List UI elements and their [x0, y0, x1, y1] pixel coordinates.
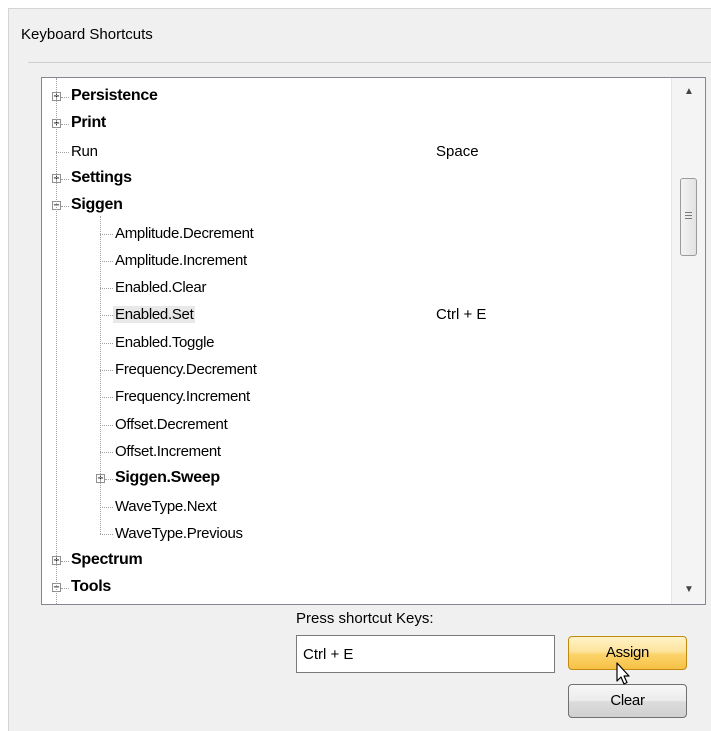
tree-connector	[100, 342, 113, 344]
tree-row-label: Tools	[71, 578, 111, 596]
tree-row-label: Enabled.Toggle	[115, 333, 215, 351]
tree-row-label: WaveType.Previous	[115, 524, 243, 542]
shortcuts-tree[interactable]: + Persistence + Print Run Space + Settings − Sigg…	[41, 77, 706, 605]
tree-connector	[100, 260, 113, 262]
tree-row[interactable]: + Siggen.Sweep	[42, 467, 672, 494]
thumb-grip	[685, 212, 692, 213]
tree-row-label: Amplitude.Decrement	[115, 224, 254, 242]
tree-row[interactable]: Run Space	[42, 140, 672, 167]
tree-connector	[100, 424, 113, 426]
tree-scrollbar[interactable]: ▲ ▼	[671, 78, 705, 604]
tree-connector	[100, 370, 113, 371]
tree-content: + Persistence + Print Run Space + Settings − Sigg…	[42, 78, 672, 604]
tree-connector	[61, 178, 69, 180]
panel-title: Keyboard Shortcuts	[21, 26, 153, 43]
tree-connector	[100, 233, 113, 235]
group-divider	[28, 62, 711, 63]
tree-row[interactable]: Amplitude.Decrement	[42, 222, 672, 249]
tree-connector	[100, 533, 113, 535]
tree-row[interactable]: + Print	[42, 112, 672, 139]
tree-guide-line	[56, 78, 57, 604]
tree-connector	[100, 315, 113, 317]
tree-connector	[100, 506, 113, 508]
tree-row-label: Offset.Increment	[115, 442, 221, 460]
tree-connector	[56, 151, 69, 153]
tree-row[interactable]: + Spectrum	[42, 549, 672, 576]
tree-row[interactable]: WaveType.Previous	[42, 522, 672, 549]
tree-row[interactable]: + Persistence	[42, 85, 672, 112]
scroll-up-arrow-icon[interactable]: ▲	[672, 78, 705, 106]
tree-row-label: Enabled.Clear	[115, 279, 207, 297]
tree-row[interactable]: − Siggen	[42, 194, 672, 221]
tree-row-label: Siggen	[71, 196, 123, 214]
tree-row[interactable]: Enabled.Clear	[42, 276, 672, 303]
press-shortcut-label: Press shortcut Keys:	[296, 610, 434, 627]
tree-connector	[100, 397, 113, 399]
tree-row-label: WaveType.Next	[115, 497, 217, 515]
tree-row[interactable]: Offset.Increment	[42, 440, 672, 467]
tree-row-label: Frequency.Increment	[115, 388, 250, 406]
tree-row-label: Print	[71, 114, 106, 132]
tree-row[interactable]: Frequency.Increment	[42, 385, 672, 412]
tree-connector	[61, 124, 69, 126]
keyboard-shortcuts-panel: Keyboard Shortcuts + Persistence + Print Run…	[8, 8, 711, 731]
tree-row[interactable]: Enabled.Set Ctrl + E	[42, 303, 672, 330]
tree-row-label: Siggen.Sweep	[115, 469, 220, 487]
tree-row[interactable]: WaveType.Next	[42, 495, 672, 522]
thumb-grip	[685, 215, 692, 216]
tree-connector	[61, 588, 69, 590]
tree-row-shortcut: Space	[436, 142, 479, 160]
tree-row[interactable]: − Tools	[42, 576, 672, 603]
shortcut-keys-input[interactable]	[296, 635, 555, 673]
tree-connector	[105, 479, 113, 481]
scroll-down-arrow-icon[interactable]: ▼	[672, 576, 705, 604]
tree-row[interactable]: + Settings	[42, 167, 672, 194]
tree-connector	[100, 451, 113, 453]
tree-guide-line	[100, 215, 101, 534]
scrollbar-thumb[interactable]	[680, 178, 697, 256]
tree-row[interactable]: Amplitude.Increment	[42, 249, 672, 276]
tree-row-label: Persistence	[71, 87, 158, 104]
tree-row[interactable]: Offset.Decrement	[42, 413, 672, 440]
tree-row-label: Enabled.Set	[113, 306, 196, 324]
mouse-pointer-icon	[616, 662, 630, 685]
tree-row[interactable]: Enabled.Toggle	[42, 331, 672, 358]
tree-connector	[61, 561, 69, 563]
tree-row-label: Spectrum	[71, 551, 143, 569]
tree-row-label: Offset.Decrement	[115, 415, 228, 433]
tree-connector	[61, 97, 69, 98]
tree-row-shortcut: Ctrl + E	[436, 306, 487, 324]
tree-row[interactable]: Frequency.Decrement	[42, 358, 672, 385]
tree-connector	[61, 206, 69, 208]
tree-connector	[100, 288, 113, 290]
tree-row-label: Amplitude.Increment	[115, 251, 247, 269]
tree-row-label: Run	[71, 142, 98, 160]
tree-row-label: Settings	[71, 168, 132, 186]
tree-row-label: Frequency.Decrement	[115, 361, 257, 378]
thumb-grip	[685, 218, 692, 219]
